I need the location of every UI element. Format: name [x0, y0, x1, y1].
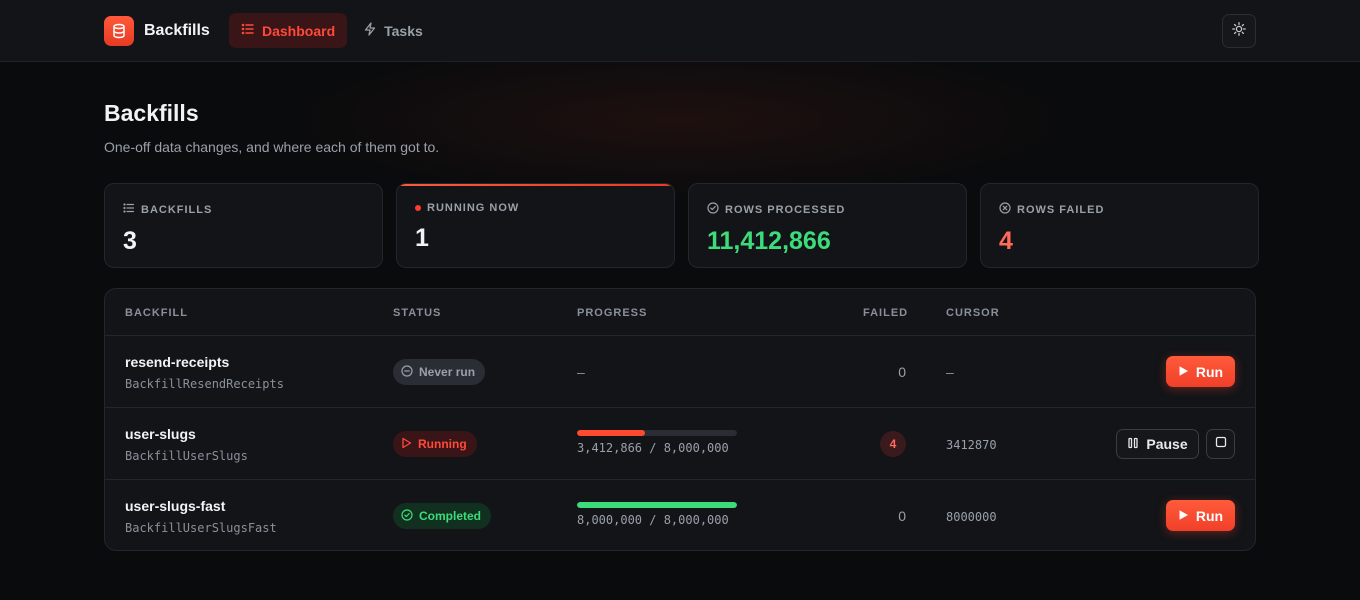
failed-count: 0 [898, 508, 906, 524]
brand-name: Backfills [144, 22, 210, 39]
stat-label-backfills: BACKFILLS [123, 202, 382, 217]
sun-icon [1232, 21, 1246, 41]
column-header-failed: FAILED [863, 307, 909, 319]
play-outline-icon [401, 437, 412, 452]
progress-text: 8,000,000 / 8,000,000 [577, 513, 729, 527]
table-row: user-slugs-fast BackfillUserSlugsFast Co… [105, 480, 1255, 550]
status-text: Never run [419, 365, 476, 379]
brand[interactable]: Backfills [104, 16, 210, 46]
stat-label-text: BACKFILLS [141, 203, 213, 216]
stop-button[interactable] [1206, 429, 1235, 459]
column-header-backfill: BACKFILL [125, 307, 188, 319]
live-dot-icon [415, 205, 421, 211]
list-icon [241, 22, 255, 39]
cursor-value: 3412870 [946, 438, 997, 452]
stat-label-text: ROWS FAILED [1017, 203, 1105, 216]
pause-button-label: Pause [1146, 436, 1188, 452]
play-icon [1178, 364, 1189, 380]
failed-count: 0 [898, 364, 906, 380]
play-icon [1178, 508, 1189, 524]
nav-tasks[interactable]: Tasks [351, 13, 435, 48]
progress-bar-fill [577, 502, 737, 508]
top-bar: Backfills Dashboard Tasks [0, 0, 1360, 62]
backfill-class: BackfillUserSlugsFast [125, 521, 277, 535]
column-header-status: STATUS [393, 307, 442, 319]
list-icon [123, 202, 135, 217]
run-button[interactable]: Run [1166, 500, 1235, 531]
backfill-name: user-slugs-fast [125, 498, 226, 514]
minus-circle-icon [401, 364, 413, 380]
progress-text: 3,412,866 / 8,000,000 [577, 441, 729, 455]
status-badge: Never run [393, 359, 486, 385]
stat-label-text: RUNNING NOW [427, 202, 520, 214]
table-row: resend-receipts BackfillResendReceipts N… [105, 336, 1255, 408]
run-button-label: Run [1195, 507, 1224, 524]
run-button[interactable]: Run [1166, 356, 1235, 387]
status-text: Running [418, 437, 467, 451]
background-glow [280, 40, 1080, 200]
cursor-value: – [946, 364, 954, 380]
failed-count-badge: 4 [880, 431, 906, 457]
stat-card-running-now: RUNNING NOW 1 [396, 183, 675, 268]
pause-button[interactable]: Pause [1116, 429, 1199, 459]
backfill-class: BackfillResendReceipts [125, 377, 284, 391]
stat-value-rows-processed: 11,412,866 [707, 227, 831, 255]
progress-bar [577, 502, 737, 508]
database-icon [104, 16, 134, 46]
table-header: BACKFILL STATUS PROGRESS FAILED CURSOR [105, 289, 1255, 336]
stats-row: BACKFILLS 3 RUNNING NOW 1 ROWS PROCESSED… [104, 183, 1259, 268]
main-nav: Dashboard Tasks [229, 13, 435, 48]
nav-dashboard[interactable]: Dashboard [229, 13, 348, 48]
stat-label-running-now: RUNNING NOW [415, 202, 674, 214]
column-header-progress: PROGRESS [577, 307, 648, 319]
nav-tasks-label: Tasks [384, 22, 423, 39]
theme-toggle-button[interactable] [1222, 14, 1256, 48]
stat-label-rows-failed: ROWS FAILED [999, 202, 1258, 217]
table-row: user-slugs BackfillUserSlugs Running 3,4… [105, 408, 1255, 480]
column-header-cursor: CURSOR [946, 307, 1000, 319]
status-badge: Completed [393, 503, 492, 529]
stat-card-backfills: BACKFILLS 3 [104, 183, 383, 268]
bolt-icon [363, 22, 377, 39]
page-title: Backfills [104, 100, 199, 126]
backfill-class: BackfillUserSlugs [125, 449, 248, 463]
cursor-value: 8000000 [946, 510, 997, 524]
stat-value-rows-failed: 4 [999, 227, 1013, 255]
stat-value-backfills: 3 [123, 227, 137, 255]
stat-card-rows-processed: ROWS PROCESSED 11,412,866 [688, 183, 967, 268]
stop-icon [1215, 435, 1227, 453]
progress-empty: – [577, 364, 585, 380]
check-circle-icon [401, 508, 413, 524]
check-circle-icon [707, 202, 719, 217]
nav-dashboard-label: Dashboard [262, 22, 336, 39]
stat-label-rows-processed: ROWS PROCESSED [707, 202, 966, 217]
progress-bar-fill [577, 430, 646, 436]
run-button-label: Run [1195, 363, 1224, 380]
page-subtitle: One-off data changes, and where each of … [104, 139, 440, 155]
stat-label-text: ROWS PROCESSED [725, 203, 846, 216]
backfills-table: BACKFILL STATUS PROGRESS FAILED CURSOR r… [104, 288, 1256, 551]
x-circle-icon [999, 202, 1011, 217]
progress-bar [577, 430, 737, 436]
stat-card-rows-failed: ROWS FAILED 4 [980, 183, 1259, 268]
status-text: Completed [419, 509, 482, 523]
status-badge: Running [393, 431, 477, 457]
pause-icon [1127, 436, 1139, 452]
stat-value-running-now: 1 [415, 224, 429, 252]
backfill-name: user-slugs [125, 426, 196, 442]
backfill-name: resend-receipts [125, 354, 230, 370]
